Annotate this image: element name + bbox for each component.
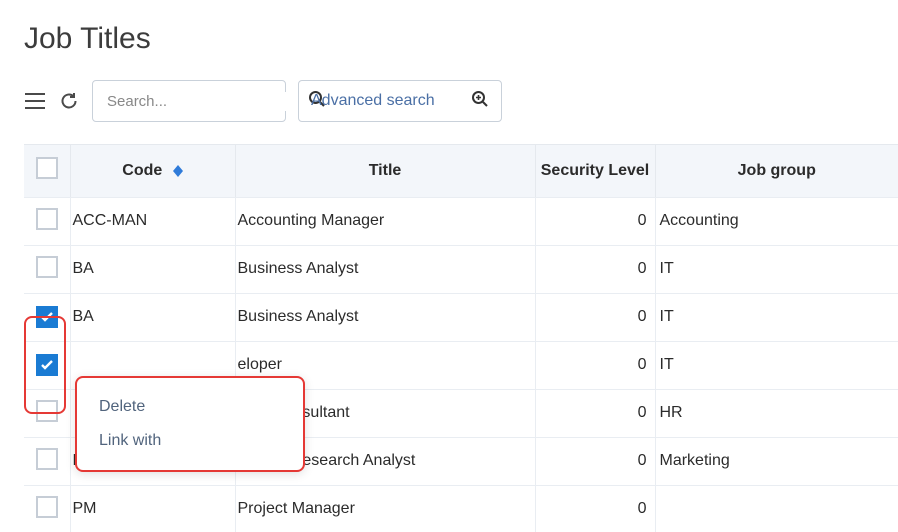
group-cell: IT bbox=[655, 245, 898, 293]
security-cell: 0 bbox=[535, 389, 655, 437]
code-cell: BA bbox=[70, 293, 235, 341]
advanced-search-icon bbox=[471, 90, 489, 113]
row-checkbox[interactable] bbox=[36, 208, 58, 230]
context-menu-link-with[interactable]: Link with bbox=[77, 424, 303, 458]
table-row[interactable]: BABusiness Analyst0IT bbox=[24, 245, 898, 293]
security-cell: 0 bbox=[535, 245, 655, 293]
group-cell: IT bbox=[655, 293, 898, 341]
header-group[interactable]: Job group bbox=[655, 145, 898, 197]
page-title: Job Titles bbox=[24, 22, 898, 56]
title-cell: Accounting Manager bbox=[235, 197, 535, 245]
code-cell: ACC-MAN bbox=[70, 197, 235, 245]
row-checkbox[interactable] bbox=[36, 448, 58, 470]
security-cell: 0 bbox=[535, 485, 655, 532]
row-checkbox[interactable] bbox=[36, 496, 58, 518]
security-cell: 0 bbox=[535, 437, 655, 485]
sort-icon bbox=[173, 165, 183, 177]
title-cell: Project Manager bbox=[235, 485, 535, 532]
title-cell: Business Analyst bbox=[235, 293, 535, 341]
search-input[interactable] bbox=[105, 92, 308, 111]
group-cell: IT bbox=[655, 341, 898, 389]
group-cell bbox=[655, 485, 898, 532]
job-titles-table: Code Title Security Level Job group ACC-… bbox=[24, 145, 898, 532]
header-code[interactable]: Code bbox=[70, 145, 235, 197]
refresh-icon[interactable] bbox=[58, 90, 80, 112]
group-cell: Marketing bbox=[655, 437, 898, 485]
row-checkbox-cell bbox=[24, 485, 70, 532]
advanced-search-label: Advanced search bbox=[311, 92, 435, 110]
header-checkbox-cell bbox=[24, 145, 70, 197]
context-menu-delete[interactable]: Delete bbox=[77, 390, 303, 424]
toolbar: Advanced search bbox=[24, 80, 898, 122]
security-cell: 0 bbox=[535, 293, 655, 341]
row-checkbox-cell bbox=[24, 389, 70, 437]
security-cell: 0 bbox=[535, 197, 655, 245]
select-all-checkbox[interactable] bbox=[36, 157, 58, 179]
row-checkbox[interactable] bbox=[36, 306, 58, 328]
row-checkbox-cell bbox=[24, 293, 70, 341]
code-cell: PM bbox=[70, 485, 235, 532]
row-checkbox-cell bbox=[24, 245, 70, 293]
group-cell: Accounting bbox=[655, 197, 898, 245]
code-cell: BA bbox=[70, 245, 235, 293]
table-row[interactable]: PMProject Manager0 bbox=[24, 485, 898, 532]
table-row[interactable]: BABusiness Analyst0IT bbox=[24, 293, 898, 341]
header-title[interactable]: Title bbox=[235, 145, 535, 197]
advanced-search-button[interactable]: Advanced search bbox=[298, 80, 502, 122]
title-cell: Business Analyst bbox=[235, 245, 535, 293]
row-checkbox[interactable] bbox=[36, 400, 58, 422]
row-checkbox[interactable] bbox=[36, 256, 58, 278]
hamburger-icon[interactable] bbox=[24, 90, 46, 112]
search-box[interactable] bbox=[92, 80, 286, 122]
header-security[interactable]: Security Level bbox=[535, 145, 655, 197]
row-checkbox-cell bbox=[24, 197, 70, 245]
row-checkbox-cell bbox=[24, 341, 70, 389]
group-cell: HR bbox=[655, 389, 898, 437]
row-checkbox[interactable] bbox=[36, 354, 58, 376]
header-code-label: Code bbox=[122, 162, 162, 179]
row-checkbox-cell bbox=[24, 437, 70, 485]
table-row[interactable]: ACC-MANAccounting Manager0Accounting bbox=[24, 197, 898, 245]
context-menu: Delete Link with bbox=[75, 376, 305, 472]
security-cell: 0 bbox=[535, 341, 655, 389]
